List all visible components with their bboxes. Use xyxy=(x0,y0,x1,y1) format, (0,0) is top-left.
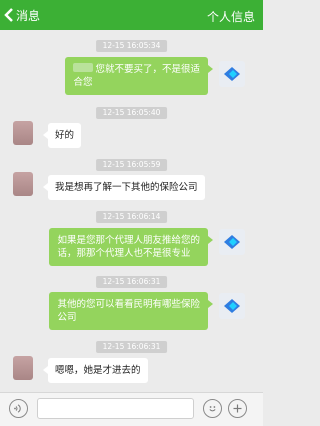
top-bar: 消息 个人信息 xyxy=(0,0,263,30)
sent-message-bubble[interactable]: 其他的您可以看看民明有哪些保险 公司 xyxy=(49,292,213,330)
timestamp: 12-15 16:05:40 xyxy=(95,107,168,119)
my-avatar[interactable] xyxy=(219,229,245,255)
sent-message-bubble[interactable]: 如果是您那个代理人朋友推给您的 话，那那个代理人也不是很专业 xyxy=(49,228,213,266)
timestamp: 12-15 16:05:59 xyxy=(95,159,168,171)
message-text-line: 公司 xyxy=(57,312,77,323)
received-message-bubble[interactable]: 嗯嗯，她是才进去的 xyxy=(43,358,148,383)
input-bar xyxy=(0,392,263,426)
emoji-icon xyxy=(209,406,216,412)
message-text-line: 合您 xyxy=(73,77,93,88)
contact-avatar[interactable] xyxy=(13,356,33,380)
received-message-bubble[interactable]: 我是想再了解一下其他的保险公司 xyxy=(43,175,205,200)
plus-icon xyxy=(233,404,242,413)
voice-button[interactable] xyxy=(9,399,28,418)
message-text: 我是想再了解一下其他的保险公司 xyxy=(55,182,198,193)
contact-avatar[interactable] xyxy=(13,121,33,145)
diamond-logo-icon xyxy=(224,67,240,81)
message-text-line: 其他的您可以看看民明有哪些保险 xyxy=(57,299,200,310)
voice-icon xyxy=(14,404,21,413)
received-message-bubble[interactable]: 好的 xyxy=(42,123,82,148)
chevron-left-icon xyxy=(4,8,13,22)
contact-avatar[interactable] xyxy=(13,172,33,196)
back-label: 消息 xyxy=(16,8,41,23)
emoji-button[interactable] xyxy=(203,399,222,418)
timestamp: 12-15 16:06:31 xyxy=(95,276,168,288)
message-text-line: 如果是您那个代理人朋友推给您的 xyxy=(57,235,200,246)
message-text-line: 话，那那个代理人也不是很专业 xyxy=(57,248,191,259)
profile-info-link[interactable]: 个人信息 xyxy=(207,8,255,25)
timestamp: 12-15 16:05:34 xyxy=(95,40,168,52)
redaction-mark xyxy=(73,63,94,72)
diamond-logo-icon xyxy=(224,299,240,313)
more-button[interactable] xyxy=(228,399,247,418)
message-input[interactable] xyxy=(37,398,194,419)
diamond-logo-icon xyxy=(224,235,240,249)
message-text: 好的 xyxy=(55,130,75,141)
message-text: 嗯嗯，她是才进去的 xyxy=(55,365,141,376)
timestamp: 12-15 16:06:14 xyxy=(95,211,168,223)
my-avatar[interactable] xyxy=(219,61,245,87)
sent-message-bubble[interactable]: 您就不要买了，不是很适 合您 xyxy=(65,57,213,95)
back-button[interactable]: 消息 xyxy=(3,4,40,26)
my-avatar[interactable] xyxy=(219,293,245,319)
timestamp: 12-15 16:06:31 xyxy=(95,341,168,353)
